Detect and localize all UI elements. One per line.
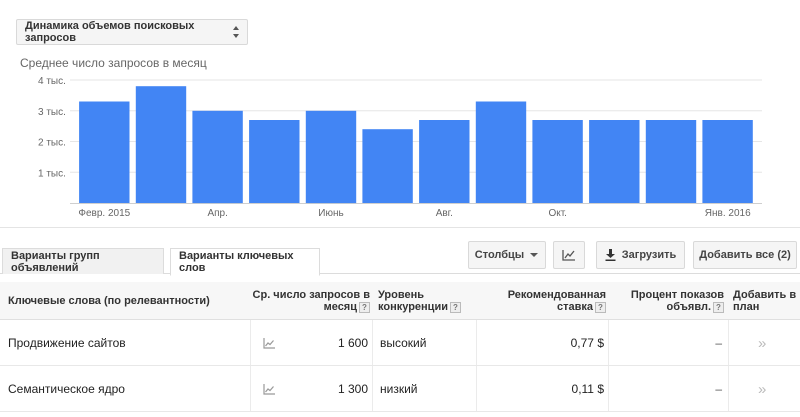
suggested-bid-cell: 0,77 $ [570, 336, 604, 350]
suggested-bid-cell: 0,11 $ [571, 382, 604, 396]
bar-11[interactable] [645, 120, 697, 203]
x-tick-label: Февр. 2015 [78, 208, 130, 219]
header-impression-share[interactable]: Процент показов объявл.? [612, 282, 724, 320]
bar-2[interactable] [135, 86, 187, 203]
tab-keyword-ideas-label: Варианты ключевых слов [179, 250, 294, 274]
download-button[interactable]: Загрузить [596, 241, 685, 269]
table-header: Ключевые слова (по релевантности) Ср. чи… [0, 282, 800, 320]
header-competition[interactable]: Уровень конкуренции? [378, 282, 461, 320]
header-avg-searches-line1: Ср. число запросов в [252, 289, 370, 301]
keyword-ideas-table: Ключевые слова (по релевантности) Ср. чи… [0, 282, 800, 412]
avg-searches-cell: 1 300 [337, 382, 368, 396]
impression-share-cell: – [715, 336, 722, 350]
chart-toggle-button[interactable] [553, 241, 585, 269]
add-all-button[interactable]: Добавить все (2) [693, 241, 797, 269]
columns-button[interactable]: Столбцы [468, 241, 546, 269]
bar-4[interactable] [249, 120, 300, 203]
tab-ad-group-ideas[interactable]: Варианты групп объявлений [2, 248, 164, 274]
header-add-to-plan-line1: Добавить в [733, 289, 797, 301]
keyword-cell: Семантическое ядро [8, 382, 125, 396]
trend-chart-icon[interactable] [263, 320, 275, 366]
bar-1[interactable] [79, 101, 130, 204]
help-icon[interactable]: ? [449, 301, 461, 313]
header-impression-share-line2: объявл. [666, 301, 711, 313]
x-tick-label: Авг. [436, 208, 453, 219]
y-tick-label: 4 тыс. [38, 76, 66, 87]
keyword-cell: Продвижение сайтов [8, 336, 126, 350]
bar-5[interactable] [305, 110, 357, 204]
header-suggested-bid[interactable]: Рекомендованная ставка? [480, 282, 606, 320]
bar-10[interactable] [589, 120, 640, 203]
header-keyword-label: Ключевые слова (по релевантности) [8, 295, 210, 307]
table-row: Семантическое ядро 1 300 низкий 0,11 $ –… [0, 366, 800, 412]
help-icon[interactable]: ? [595, 301, 606, 313]
y-tick-label: 2 тыс. [38, 138, 66, 149]
caret-down-icon [530, 253, 539, 257]
header-avg-searches-line2: месяц [323, 301, 357, 313]
header-avg-searches[interactable]: Ср. число запросов в месяц? [250, 282, 370, 320]
search-volume-chart: 1 тыс. 2 тыс. 3 тыс. 4 тыс. Февр. 2015 Апр. Ию… [38, 76, 762, 219]
x-tick-label: Июнь [318, 208, 343, 219]
bar-3[interactable] [192, 110, 243, 204]
tab-keyword-ideas[interactable]: Варианты ключевых слов [170, 248, 320, 276]
x-tick-label: Апр. [207, 208, 227, 219]
y-tick-label: 1 тыс. [38, 168, 66, 179]
bar-8[interactable] [475, 101, 527, 204]
line-chart-icon [562, 250, 575, 261]
x-tick-label: Янв. 2016 [705, 208, 751, 219]
trend-chart-icon[interactable] [263, 366, 275, 412]
add-all-button-label: Добавить все (2) [699, 249, 791, 261]
columns-button-label: Столбцы [474, 249, 525, 261]
avg-searches-cell: 1 600 [337, 336, 368, 350]
tab-ad-group-ideas-label: Варианты групп объявлений [11, 249, 100, 274]
x-tick-label: Окт. [548, 208, 567, 219]
help-icon[interactable]: ? [713, 301, 724, 313]
help-icon[interactable]: ? [359, 301, 370, 313]
header-competition-line2: конкуренции [378, 301, 448, 313]
download-icon [605, 249, 616, 261]
header-impression-share-line1: Процент показов [630, 289, 724, 301]
chart-panel: Динамика объемов поисковых запросов Сред… [0, 0, 800, 228]
impression-share-cell: – [715, 382, 722, 396]
download-button-label: Загрузить [621, 249, 677, 261]
header-suggested-bid-line1: Рекомендованная [507, 289, 606, 301]
header-competition-line1: Уровень [378, 289, 425, 301]
bar-9[interactable] [532, 120, 583, 203]
table-row: Продвижение сайтов 1 600 высокий 0,77 $ … [0, 320, 800, 366]
bar-12[interactable] [702, 120, 753, 203]
bar-6[interactable] [362, 129, 413, 203]
competition-cell: низкий [380, 382, 418, 396]
add-to-plan-icon[interactable]: » [758, 320, 766, 366]
header-add-to-plan-line2: план [733, 301, 760, 313]
header-suggested-bid-line2: ставка [556, 301, 593, 313]
competition-cell: высокий [380, 336, 427, 350]
header-add-to-plan: Добавить в план [733, 282, 796, 320]
bar-7[interactable] [419, 120, 470, 203]
header-keyword[interactable]: Ключевые слова (по релевантности) [8, 282, 210, 320]
add-to-plan-icon[interactable]: » [758, 366, 766, 412]
y-tick-label: 3 тыс. [38, 107, 66, 118]
